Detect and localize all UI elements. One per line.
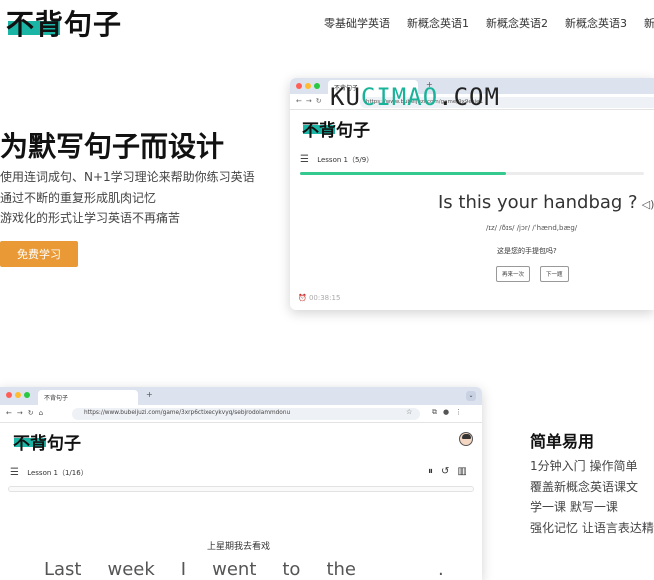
free-learn-button[interactable]: 免费学习 — [0, 241, 78, 267]
word-slot[interactable]: Last — [44, 559, 82, 580]
tab-list-chevron-icon[interactable]: ⌄ — [466, 391, 476, 401]
hero-line: 通过不断的重复形成肌肉记忆 — [0, 190, 157, 205]
browser-urlbar: ←→↻⌂ https://www.bubeijuzi.com/game/3xrp… — [0, 405, 482, 423]
features-title: 简单易用 — [530, 432, 595, 451]
phonetic-text: /ɪz/ /ðɪs/ /jɔr/ /ˈhænd,bæg/ — [486, 224, 578, 232]
hero-line: 使用连词成句、N+1学习理论来帮助你练习英语 — [0, 170, 255, 184]
minimize-window-dot[interactable] — [15, 392, 21, 398]
watermark-part: .COM — [438, 83, 500, 111]
logo-text: 不背句子 — [6, 8, 123, 41]
lesson-row: ☰ Lesson 1（1/16） — [10, 467, 88, 478]
word-slots: Last week I went to the — [44, 559, 382, 580]
browser-tab[interactable]: 不背句子 — [38, 390, 138, 405]
nav-link-nce4[interactable]: 新概念 — [644, 15, 654, 31]
speaker-icon[interactable]: ◁) — [642, 198, 654, 211]
sentence-display: Is this your handbag ? ◁) — [438, 192, 654, 213]
browser-tabbar: 不背句子 + ⌄ — [0, 387, 482, 405]
browser-tools-icon[interactable]: ⧉●⋮ — [432, 408, 468, 417]
app-logo-text: 不背句子 — [302, 121, 370, 141]
timer-value: 00:38:15 — [308, 294, 341, 302]
feature-item: 强化记忆 让语言表达精准 — [530, 520, 654, 535]
preview-window-1: 不背句子 + ←→↻ https://www.bubeijuzi.com/gam… — [290, 78, 654, 310]
feature-item: 学一课 默写一课 — [530, 500, 618, 514]
stats-chart-icon[interactable]: ▥ — [457, 466, 474, 477]
top-nav: 零基础学英语 新概念英语1 新概念英语2 新概念英语3 新概念 — [324, 15, 654, 31]
app-logo-text: 不背句子 — [13, 434, 81, 454]
feature-item: 1分钟入门 操作简单 — [530, 459, 638, 473]
minimize-window-dot[interactable] — [305, 83, 311, 89]
answer-buttons: 再来一次 下一题 — [496, 266, 569, 282]
hero-line: 游戏化的形式让学习英语不再痛苦 — [0, 211, 181, 225]
repeat-button[interactable]: 再来一次 — [496, 266, 531, 282]
lesson-controls: ⏸↺▥ — [428, 466, 475, 477]
word-slot[interactable]: went — [212, 559, 256, 580]
lesson-label: Lesson 1（1/16） — [27, 469, 88, 477]
nav-link-nce3[interactable]: 新概念英语3 — [565, 15, 627, 31]
menu-list-icon[interactable]: ☰ — [10, 467, 19, 478]
word-blank[interactable]: . — [438, 559, 444, 580]
nav-link-basic-english[interactable]: 零基础学英语 — [324, 15, 390, 31]
tab-title: 不背句子 — [44, 395, 69, 402]
lesson-label: Lesson 1（5/9） — [317, 156, 374, 164]
maximize-window-dot[interactable] — [24, 392, 30, 398]
features-list: 1分钟入门 操作简单 覆盖新概念英语课文 学一课 默写一课 强化记忆 让语言表达… — [530, 456, 654, 538]
preview-window-2: 不背句子 + ⌄ ←→↻⌂ https://www.bubeijuzi.com/… — [0, 387, 482, 580]
hero-title: 为默写句子而设计 — [0, 130, 225, 163]
pause-icon[interactable]: ⏸ — [428, 466, 441, 477]
feature-item: 覆盖新概念英语课文 — [530, 479, 639, 494]
close-window-dot[interactable] — [296, 83, 302, 89]
nav-arrows-icon[interactable]: ←→↻⌂ — [6, 409, 48, 417]
sentence-text: Is this your handbag ? — [438, 192, 638, 213]
address-bar[interactable]: https://www.bubeijuzi.com/game/3xrp6ctix… — [72, 408, 420, 420]
maximize-window-dot[interactable] — [314, 83, 320, 89]
app-logo: 不背句子 — [302, 116, 370, 141]
site-logo[interactable]: 不背句子 — [6, 8, 122, 42]
bookmark-star-icon[interactable]: ☆ — [406, 408, 412, 416]
lesson-progress — [300, 172, 644, 175]
watermark-text: KUCIMAO.COM — [330, 83, 500, 111]
word-slot[interactable]: to — [282, 559, 300, 580]
timer: ⏰ 00:38:15 — [298, 294, 340, 302]
lesson-progress-fill — [300, 172, 507, 175]
close-window-dot[interactable] — [6, 392, 12, 398]
watermark-part: CIMAO — [360, 83, 439, 111]
word-slot[interactable]: the — [326, 559, 356, 580]
new-tab-icon[interactable]: + — [146, 390, 153, 399]
translation-text: 上星期我去看戏 — [207, 542, 271, 552]
nav-arrows-icon[interactable]: ←→↻ — [296, 97, 326, 105]
alarm-clock-icon: ⏰ — [298, 294, 307, 302]
nav-link-nce1[interactable]: 新概念英语1 — [407, 15, 469, 31]
app-logo: 不背句子 — [13, 429, 81, 454]
hero-description: 使用连词成句、N+1学习理论来帮助你练习英语 通过不断的重复形成肌肉记忆 游戏化… — [0, 167, 255, 229]
undo-icon[interactable]: ↺ — [441, 466, 457, 477]
lesson-progress — [8, 486, 474, 492]
word-slot[interactable]: week — [108, 559, 155, 580]
menu-list-icon[interactable]: ☰ — [300, 154, 309, 165]
next-button[interactable]: 下一题 — [540, 266, 569, 282]
translation-text: 这是您的手提包吗? — [497, 247, 557, 255]
user-avatar[interactable] — [459, 432, 473, 446]
nav-link-nce2[interactable]: 新概念英语2 — [486, 15, 548, 31]
word-slot[interactable]: I — [181, 559, 186, 580]
lesson-row: ☰ Lesson 1（5/9） — [300, 154, 373, 165]
watermark-part: KU — [330, 83, 361, 111]
